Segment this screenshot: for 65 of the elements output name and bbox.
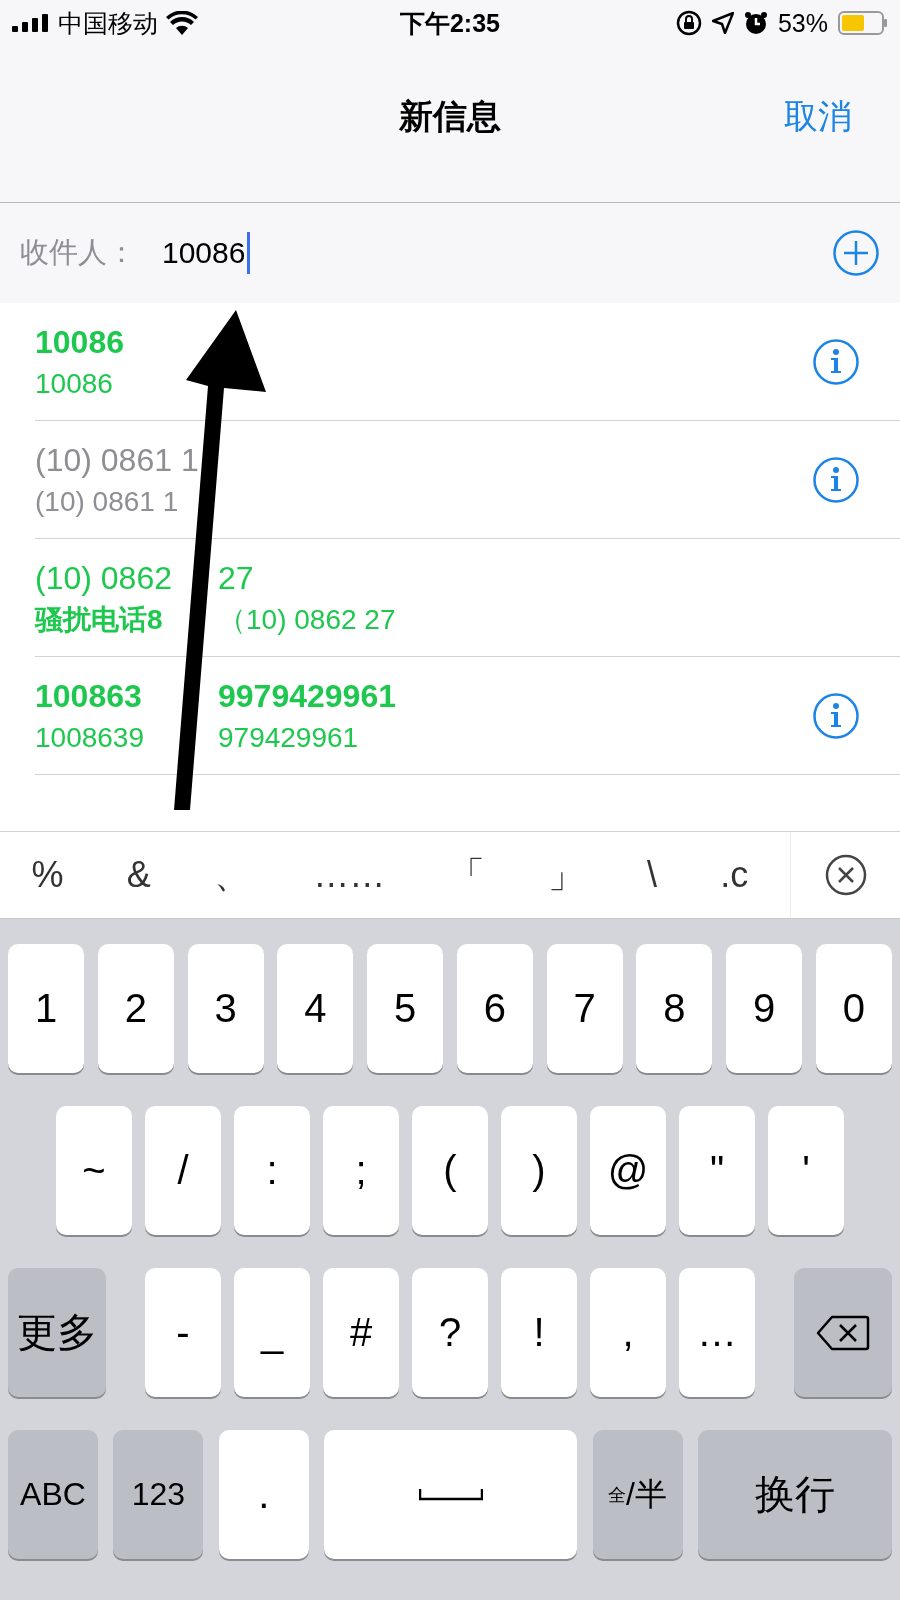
- keyboard-key[interactable]: …: [679, 1268, 755, 1397]
- backspace-key[interactable]: [794, 1268, 892, 1397]
- contact-number: 10086: [35, 366, 113, 401]
- clock-time: 下午2:35: [398, 7, 501, 39]
- contact-name: 100863: [35, 676, 143, 716]
- contact-number: 骚扰电话8: [35, 602, 164, 637]
- keyboard-key[interactable]: #: [323, 1268, 399, 1397]
- backspace-icon: [816, 1314, 870, 1351]
- keyboard-key[interactable]: 2: [97, 944, 174, 1073]
- keyboard-key[interactable]: 更多: [8, 1268, 106, 1397]
- wifi-icon: [166, 11, 198, 35]
- keyboard-key[interactable]: ABC: [8, 1430, 98, 1559]
- info-icon[interactable]: [812, 691, 860, 740]
- keyboard-key[interactable]: ;: [323, 1106, 399, 1235]
- keyboard-key[interactable]: /: [145, 1106, 221, 1235]
- recipient-field[interactable]: 10086: [162, 232, 832, 274]
- info-icon[interactable]: [812, 337, 860, 386]
- info-icon[interactable]: [812, 455, 860, 504]
- keyboard-key[interactable]: 7: [546, 944, 623, 1073]
- signal-icon: [12, 14, 50, 32]
- screen-title: 新信息: [399, 96, 501, 137]
- keyboard-key[interactable]: ,: [590, 1268, 666, 1397]
- keyboard-key[interactable]: !: [501, 1268, 577, 1397]
- keyboard-key[interactable]: $^{全}$/半: [592, 1430, 683, 1559]
- return-key[interactable]: 换行: [697, 1430, 892, 1559]
- keyboard-key[interactable]: (: [412, 1106, 488, 1235]
- keyboard-key[interactable]: 6: [456, 944, 533, 1073]
- keyboard-key[interactable]: 0: [815, 944, 892, 1073]
- alarm-icon: [743, 11, 768, 35]
- keyboard-key[interactable]: ': [768, 1106, 844, 1235]
- battery-percent: 53%: [777, 8, 828, 38]
- keyboard-key[interactable]: @: [590, 1106, 666, 1235]
- keyboard-key[interactable]: 4: [277, 944, 354, 1073]
- contact-number: 979429961: [218, 720, 359, 755]
- contact-number: (10) 0861 1: [35, 484, 179, 519]
- keyboard-key[interactable]: -: [145, 1268, 221, 1397]
- keyboard-key[interactable]: _: [234, 1268, 310, 1397]
- rotation-lock-icon: [675, 10, 702, 36]
- contact-name: (10) 0862: [35, 558, 173, 598]
- location-icon: [711, 12, 734, 34]
- keyboard-key[interactable]: ?: [412, 1268, 488, 1397]
- cancel-button[interactable]: 取消: [784, 94, 852, 140]
- recipient-label: 收件人：: [20, 235, 137, 270]
- keyboard-key[interactable]: ~: [56, 1106, 132, 1235]
- add-icon[interactable]: [832, 229, 880, 277]
- keyboard-key[interactable]: .: [218, 1430, 309, 1559]
- keyboard-key[interactable]: 5: [367, 944, 444, 1073]
- keyboard-key[interactable]: :: [234, 1106, 310, 1235]
- keyboard-key[interactable]: 123: [113, 1430, 204, 1559]
- keyboard-key[interactable]: ": [679, 1106, 755, 1235]
- contact-number: （10) 0862 27: [218, 602, 396, 637]
- close-icon: [824, 854, 867, 896]
- carrier-name: 中国移动: [58, 7, 158, 39]
- keyboard-key[interactable]: 9: [726, 944, 803, 1073]
- battery-icon: [838, 11, 888, 35]
- contact-name: 10086: [35, 322, 124, 362]
- contact-name: (10) 0861 1: [35, 440, 199, 480]
- keyboard-key[interactable]: 8: [636, 944, 713, 1073]
- keyboard-key[interactable]: ): [501, 1106, 577, 1235]
- contact-number: 1008639: [35, 720, 145, 755]
- contact-name: 27: [218, 558, 254, 598]
- keyboard-key[interactable]: 3: [187, 944, 264, 1073]
- space-icon: [418, 1488, 483, 1501]
- keyboard-key[interactable]: 1: [8, 944, 84, 1073]
- contact-name: 9979429961: [218, 676, 396, 716]
